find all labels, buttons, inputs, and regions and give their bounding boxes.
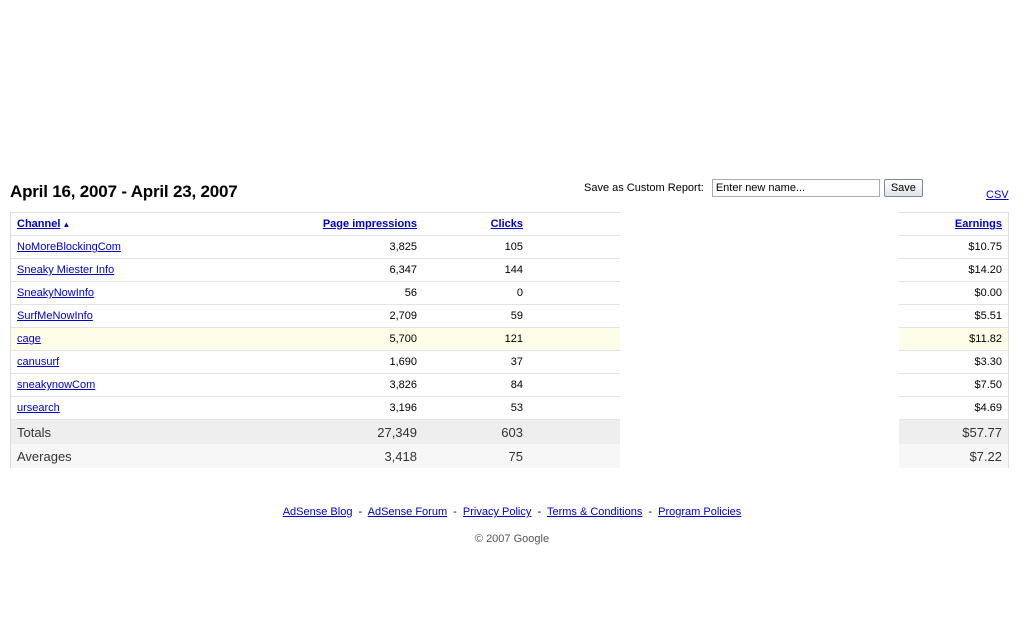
earnings-cell: $3.30: [899, 350, 1009, 374]
table-row-highlighted: $11.82: [899, 327, 1009, 351]
impressions-cell: 5,700: [173, 327, 423, 351]
channel-link[interactable]: NoMoreBlockingCom: [17, 241, 121, 253]
impressions-cell: 3,196: [173, 396, 423, 420]
clicks-header: Clicks: [423, 212, 529, 236]
table-row: $14.20: [899, 258, 1009, 282]
table-row: $10.75: [899, 235, 1009, 259]
save-custom-report: Save as Custom Report: Save: [584, 178, 923, 198]
totals-impressions: 27,349: [173, 419, 423, 444]
impressions-cell: 56: [173, 281, 423, 305]
table-row: Sneaky Miester Info 6,347 144: [10, 258, 620, 282]
totals-earnings: $57.77: [899, 419, 1009, 444]
table-row: $5.51: [899, 304, 1009, 328]
totals-row: Totals 27,349 603: [10, 419, 620, 444]
table-header-row: Earnings: [899, 212, 1009, 236]
save-button[interactable]: Save: [883, 179, 923, 197]
sort-channel-link[interactable]: Channel: [17, 218, 60, 230]
csv-download-link[interactable]: CSV: [986, 189, 1009, 201]
averages-row: $7.22: [899, 444, 1009, 468]
clicks-cell: 37: [423, 350, 529, 374]
earnings-table: Earnings $10.75 $14.20 $0.00 $5.51 $11.8…: [899, 212, 1009, 468]
table-row-highlighted: cage 5,700 121: [10, 327, 620, 351]
table-header-row: Channel ▲ Page impressions Clicks: [10, 212, 620, 236]
clicks-cell: 144: [423, 258, 529, 282]
averages-row: Averages 3,418 75: [10, 444, 620, 468]
earnings-cell: $5.51: [899, 304, 1009, 328]
adsense-forum-link[interactable]: AdSense Forum: [368, 506, 447, 518]
privacy-policy-link[interactable]: Privacy Policy: [463, 506, 531, 518]
impressions-cell: 3,826: [173, 373, 423, 397]
channel-header: Channel ▲: [10, 212, 173, 236]
header-spacer: [529, 212, 620, 236]
report-table: Channel ▲ Page impressions Clicks NoMoreB…: [10, 212, 620, 468]
channel-link[interactable]: sneakynowCom: [17, 379, 95, 391]
averages-earnings: $7.22: [899, 444, 1009, 468]
terms-conditions-link[interactable]: Terms & Conditions: [547, 506, 642, 518]
channel-link[interactable]: canusurf: [17, 356, 59, 368]
averages-label: Averages: [10, 444, 173, 468]
earnings-cell: $10.75: [899, 235, 1009, 259]
footer-separator: -: [537, 506, 542, 518]
table-row: $7.50: [899, 373, 1009, 397]
save-custom-report-label: Save as Custom Report:: [584, 182, 704, 194]
report-title: April 16, 2007 - April 23, 2007: [10, 182, 238, 201]
clicks-cell: 121: [423, 327, 529, 351]
channel-link[interactable]: SneakyNowInfo: [17, 287, 94, 299]
report-name-input[interactable]: [711, 179, 880, 197]
channel-link[interactable]: ursearch: [17, 402, 60, 414]
impressions-header: Page impressions: [173, 212, 423, 236]
table-row: $4.69: [899, 396, 1009, 420]
channel-link[interactable]: SurfMeNowInfo: [17, 310, 93, 322]
sort-earnings-link[interactable]: Earnings: [955, 218, 1002, 230]
clicks-cell: 84: [423, 373, 529, 397]
totals-clicks: 603: [423, 419, 529, 444]
footer-separator: -: [648, 506, 653, 518]
table-row: SurfMeNowInfo 2,709 59: [10, 304, 620, 328]
clicks-cell: 59: [423, 304, 529, 328]
table-row: canusurf 1,690 37: [10, 350, 620, 374]
table-row: ursearch 3,196 53: [10, 396, 620, 420]
channel-link[interactable]: cage: [17, 333, 41, 345]
footer-links: AdSense Blog - AdSense Forum - Privacy P…: [0, 506, 1024, 518]
adsense-blog-link[interactable]: AdSense Blog: [283, 506, 353, 518]
earnings-cell: $0.00: [899, 281, 1009, 305]
program-policies-link[interactable]: Program Policies: [658, 506, 741, 518]
footer-separator: -: [358, 506, 363, 518]
footer-separator: -: [453, 506, 457, 518]
totals-label: Totals: [10, 419, 173, 444]
sort-impressions-link[interactable]: Page impressions: [323, 218, 417, 230]
earnings-cell: $4.69: [899, 396, 1009, 420]
averages-impressions: 3,418: [173, 444, 423, 468]
totals-row: $57.77: [899, 419, 1009, 444]
clicks-cell: 105: [423, 235, 529, 259]
earnings-cell: $7.50: [899, 373, 1009, 397]
sort-clicks-link[interactable]: Clicks: [491, 218, 523, 230]
impressions-cell: 1,690: [173, 350, 423, 374]
impressions-cell: 3,825: [173, 235, 423, 259]
table-row: $3.30: [899, 350, 1009, 374]
table-row: NoMoreBlockingCom 3,825 105: [10, 235, 620, 259]
table-row: $0.00: [899, 281, 1009, 305]
table-row: sneakynowCom 3,826 84: [10, 373, 620, 397]
copyright: © 2007 Google: [474, 533, 550, 545]
impressions-cell: 6,347: [173, 258, 423, 282]
earnings-cell: $14.20: [899, 258, 1009, 282]
channel-link[interactable]: Sneaky Miester Info: [17, 264, 114, 276]
earnings-header: Earnings: [899, 212, 1009, 236]
clicks-cell: 53: [423, 396, 529, 420]
sort-ascending-icon: ▲: [62, 220, 71, 229]
clicks-cell: 0: [423, 281, 529, 305]
table-row: SneakyNowInfo 56 0: [10, 281, 620, 305]
earnings-cell: $11.82: [899, 327, 1009, 351]
impressions-cell: 2,709: [173, 304, 423, 328]
averages-clicks: 75: [423, 444, 529, 468]
